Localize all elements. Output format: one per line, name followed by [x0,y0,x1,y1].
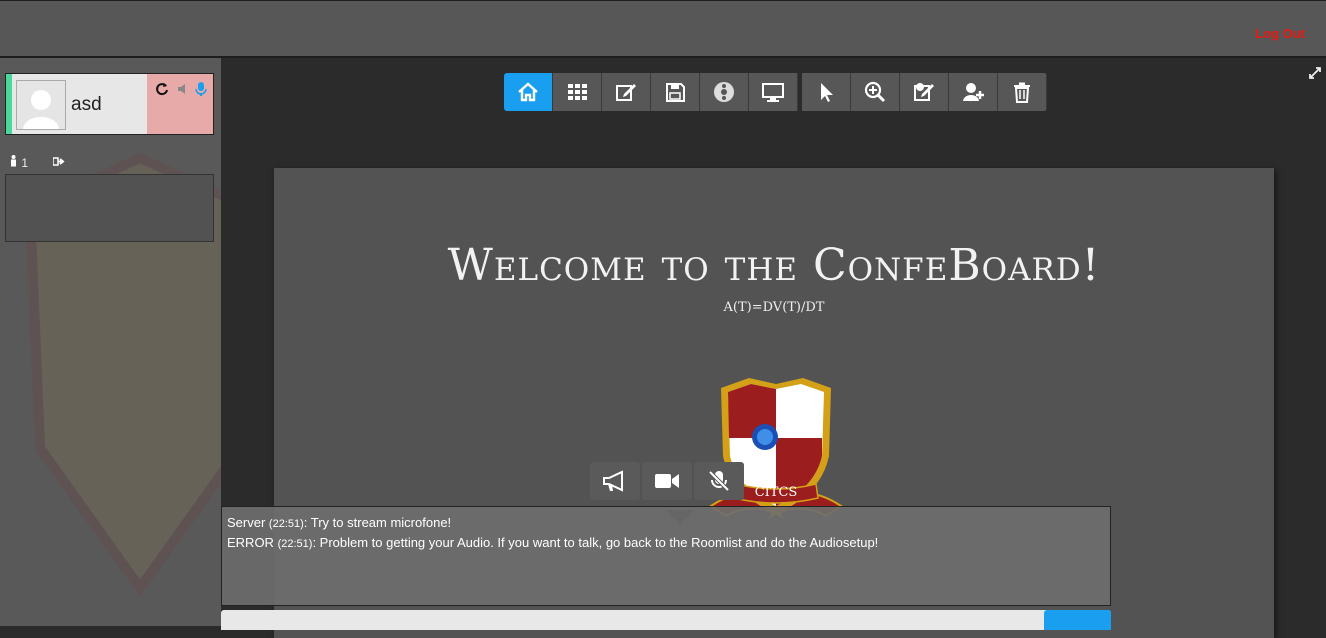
person-icon [9,155,21,170]
grid-icon [568,84,587,100]
video-camera-icon [655,474,679,488]
microphone-icon[interactable] [195,82,207,100]
home-button[interactable] [504,73,553,111]
disc-icon [714,82,734,102]
mute-icon [708,470,730,492]
board-toolbar [504,73,1047,111]
chat-users-box [5,174,214,242]
chat-message: ERROR (22:51): Problem to getting your A… [227,535,1105,550]
speaker-icon[interactable] [177,82,189,99]
pointer-button[interactable] [802,73,851,111]
media-button[interactable] [700,73,749,111]
grid-button[interactable] [553,73,602,111]
send-button[interactable] [1044,610,1111,630]
save-icon [666,83,685,102]
board-title: Welcome to the ConfeBoard! [447,240,1101,291]
broadcast-button[interactable] [590,462,640,500]
top-bar: Log Out [0,0,1326,58]
crest-text: CITCS [755,485,798,500]
user-card[interactable]: asd [5,73,214,135]
add-user-button[interactable] [949,73,998,111]
sidebar: asd 1 [0,58,221,626]
expand-icon[interactable] [1309,66,1321,82]
home-icon [518,82,538,102]
megaphone-icon [603,470,623,492]
mute-button[interactable] [694,462,744,500]
video-button[interactable] [642,462,692,500]
trash-icon [1014,82,1030,103]
participants-count: 1 [21,156,29,170]
monitor-icon [762,83,784,102]
citcs-crest: CITCS [709,378,843,519]
speaking-indicator [6,74,12,134]
participants-row: 1 [9,155,65,170]
delete-button[interactable] [998,73,1047,111]
message-time: (22:51) [268,518,304,530]
chat-log: Server (22:51): Try to stream microfone!… [221,506,1111,606]
user-controls [147,74,213,134]
board-formula: A(T)=DV(T)/DT [723,300,825,315]
chat-message: Server (22:51): Try to stream microfone! [227,515,1105,530]
logout-link[interactable]: Log Out [1255,26,1305,41]
main-area: Welcome to the ConfeBoard! A(T)=DV(T)/DT… [221,58,1326,638]
screen-share-button[interactable] [749,73,798,111]
message-sender: ERROR [227,535,274,550]
message-text: : Problem to getting your Audio. If you … [312,535,879,550]
add-user-icon [963,83,984,101]
zoom-icon [864,81,886,103]
edit-icon [616,84,636,101]
refresh-icon[interactable] [155,82,169,99]
message-time: (22:51) [277,538,313,550]
annotate-icon [914,83,934,101]
edit-button[interactable] [602,73,651,111]
zoom-button[interactable] [851,73,900,111]
sign-out-icon[interactable] [52,156,65,170]
message-sender: Server [227,515,266,530]
chat-input[interactable] [221,610,1111,630]
media-controls [590,462,744,500]
annotate-button[interactable] [900,73,949,111]
message-text: : Try to stream microfone! [303,515,452,530]
avatar [16,80,66,130]
user-name: asd [71,94,102,115]
save-button[interactable] [651,73,700,111]
pointer-icon [821,83,833,102]
